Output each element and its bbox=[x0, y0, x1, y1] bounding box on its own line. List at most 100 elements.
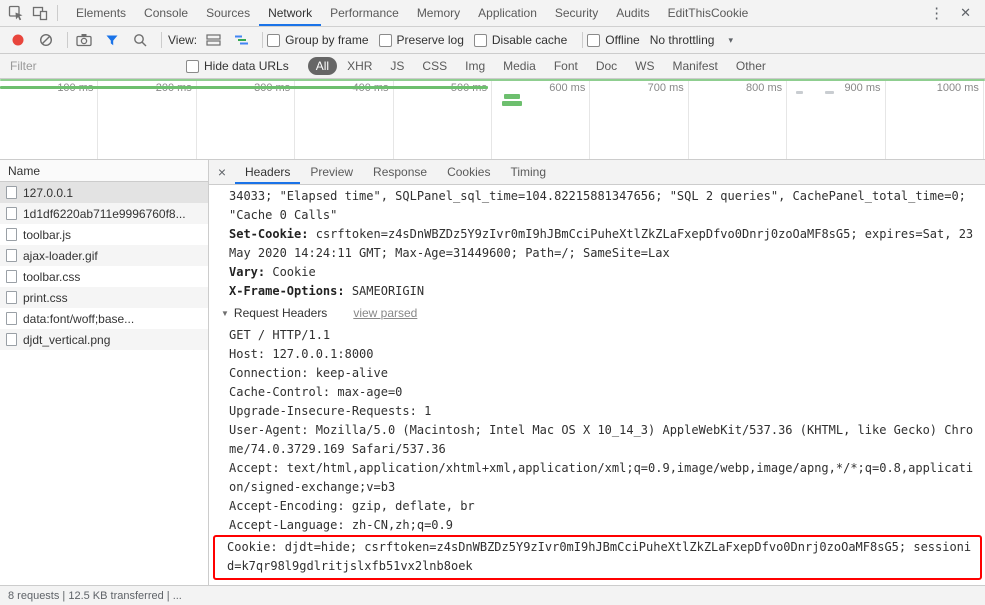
header-value: SAMEORIGIN bbox=[351, 284, 425, 298]
view-parsed-link[interactable]: view parsed bbox=[353, 306, 417, 320]
detail-tabbar: × Headers Preview Response Cookies Timing bbox=[209, 160, 985, 185]
clear-button[interactable] bbox=[34, 29, 58, 51]
raw-request-header-line: Upgrade-Insecure-Requests: 1 bbox=[229, 404, 432, 418]
tab-audits[interactable]: Audits bbox=[607, 0, 658, 26]
filter-pill-css[interactable]: CSS bbox=[414, 57, 455, 75]
close-detail-button[interactable]: × bbox=[209, 160, 235, 184]
more-options-button[interactable]: ⋮ bbox=[921, 4, 952, 22]
raw-request-header-line: Accept-Language: zh-CN,zh;q=0.9 bbox=[229, 518, 453, 532]
tab-memory[interactable]: Memory bbox=[408, 0, 469, 26]
tab-security[interactable]: Security bbox=[546, 0, 607, 26]
checkbox-label: Preserve log bbox=[396, 33, 464, 47]
device-toolbar-button[interactable] bbox=[28, 2, 52, 24]
filter-pill-img[interactable]: Img bbox=[457, 57, 493, 75]
filter-input[interactable] bbox=[8, 58, 172, 74]
raw-request-header-line: Connection: keep-alive bbox=[229, 366, 388, 380]
tabbar-lead-icons bbox=[0, 2, 67, 24]
capture-screenshots-button[interactable] bbox=[72, 29, 96, 51]
triangle-down-icon: ▼ bbox=[221, 308, 229, 318]
detail-tab-cookies[interactable]: Cookies bbox=[437, 160, 500, 184]
request-name: toolbar.js bbox=[23, 227, 72, 242]
overview-icon bbox=[234, 35, 248, 45]
search-button[interactable] bbox=[128, 29, 152, 51]
request-row[interactable]: toolbar.js bbox=[0, 224, 208, 245]
filter-toggle-button[interactable] bbox=[100, 29, 124, 51]
filter-pill-doc[interactable]: Doc bbox=[588, 57, 625, 75]
filter-pill-xhr[interactable]: XHR bbox=[339, 57, 380, 75]
detail-tabs: Headers Preview Response Cookies Timing bbox=[235, 160, 556, 184]
throttling-select[interactable]: No throttling ▾ bbox=[650, 33, 733, 47]
devtools-tabs: Elements Console Sources Network Performance… bbox=[67, 0, 757, 26]
header-name: Vary: bbox=[229, 265, 266, 279]
overview-activity-bar bbox=[825, 91, 834, 94]
large-rows-icon bbox=[206, 34, 221, 46]
hide-data-urls-checkbox[interactable]: Hide data URLs bbox=[186, 59, 289, 73]
request-name: djdt_vertical.png bbox=[23, 332, 111, 347]
device-toolbar-icon bbox=[32, 6, 48, 21]
preserve-log-checkbox[interactable]: Preserve log bbox=[378, 33, 464, 47]
search-icon bbox=[134, 34, 147, 47]
detail-tab-preview[interactable]: Preview bbox=[300, 160, 363, 184]
overview-activity-bar bbox=[0, 86, 488, 89]
tab-sources[interactable]: Sources bbox=[197, 0, 259, 26]
request-headers-section-header[interactable]: ▼ Request Headers view parsed bbox=[221, 306, 975, 320]
raw-request-headers: GET / HTTP/1.1 Host: 127.0.0.1:8000 Connec… bbox=[229, 326, 975, 535]
checkbox-icon bbox=[473, 33, 487, 47]
request-name: 1d1df6220ab711e9996760f8... bbox=[23, 206, 186, 221]
filter-pill-font[interactable]: Font bbox=[546, 57, 586, 75]
tab-editthiscookie[interactable]: EditThisCookie bbox=[659, 0, 758, 26]
view-label: View: bbox=[168, 33, 198, 47]
header-value: csrftoken=z4sDnWBZDz5Y9zIvr0mI9hJBmCciPu… bbox=[229, 227, 974, 260]
response-headers-list: Set-Cookie: csrftoken=z4sDnWBZDz5Y9zIvr0… bbox=[229, 225, 975, 301]
offline-checkbox[interactable]: Offline bbox=[587, 33, 640, 47]
request-name: toolbar.css bbox=[23, 269, 81, 284]
chevron-down-icon: ▾ bbox=[728, 34, 733, 45]
show-overview-button[interactable] bbox=[229, 29, 253, 51]
record-button[interactable] bbox=[6, 29, 30, 51]
request-row[interactable]: toolbar.css bbox=[0, 266, 208, 287]
request-name: data:font/woff;base... bbox=[23, 311, 135, 326]
raw-request-header-line: Host: 127.0.0.1:8000 bbox=[229, 347, 374, 361]
checkbox-label: Group by frame bbox=[285, 33, 369, 47]
network-toolbar: View: Group by frame Preserve log Disabl… bbox=[0, 27, 985, 54]
request-row[interactable]: ajax-loader.gif bbox=[0, 245, 208, 266]
inspect-element-button[interactable] bbox=[4, 2, 28, 24]
checkbox-label: Disable cache bbox=[491, 33, 568, 47]
checkbox-icon bbox=[587, 33, 601, 47]
disable-cache-checkbox[interactable]: Disable cache bbox=[473, 33, 568, 47]
network-main: Name 127.0.0.1 1d1df6220ab711e9996760f8..… bbox=[0, 160, 985, 585]
group-by-frame-checkbox[interactable]: Group by frame bbox=[267, 33, 369, 47]
filter-pill-other[interactable]: Other bbox=[728, 57, 774, 75]
filter-pill-media[interactable]: Media bbox=[495, 57, 544, 75]
request-row[interactable]: print.css bbox=[0, 287, 208, 308]
tab-network[interactable]: Network bbox=[259, 0, 321, 26]
overview-activity-bar bbox=[796, 91, 803, 94]
file-icon bbox=[6, 249, 17, 262]
use-large-rows-button[interactable] bbox=[201, 29, 225, 51]
detail-tab-timing[interactable]: Timing bbox=[500, 160, 556, 184]
raw-request-header-line: Accept-Encoding: gzip, deflate, br bbox=[229, 499, 475, 513]
detail-tab-headers[interactable]: Headers bbox=[235, 160, 300, 184]
tabbar-right: ⋮ ✕ bbox=[921, 4, 985, 22]
close-devtools-button[interactable]: ✕ bbox=[952, 5, 979, 21]
timeline-overview[interactable]: 100 ms200 ms300 ms400 ms500 ms600 ms700 … bbox=[0, 79, 985, 160]
request-row[interactable]: djdt_vertical.png bbox=[0, 329, 208, 350]
file-icon bbox=[6, 186, 17, 199]
tab-console[interactable]: Console bbox=[135, 0, 197, 26]
request-row[interactable]: 127.0.0.1 bbox=[0, 182, 208, 203]
detail-tab-response[interactable]: Response bbox=[363, 160, 437, 184]
divider bbox=[57, 5, 58, 21]
raw-request-header-line: Cache-Control: max-age=0 bbox=[229, 385, 403, 399]
tab-elements[interactable]: Elements bbox=[67, 0, 135, 26]
name-column-header[interactable]: Name bbox=[0, 160, 208, 182]
divider bbox=[67, 32, 68, 48]
tab-performance[interactable]: Performance bbox=[321, 0, 408, 26]
filter-pill-manifest[interactable]: Manifest bbox=[665, 57, 726, 75]
inspect-cursor-icon bbox=[8, 5, 23, 21]
filter-pill-ws[interactable]: WS bbox=[627, 57, 662, 75]
filter-pill-js[interactable]: JS bbox=[382, 57, 412, 75]
request-row[interactable]: data:font/woff;base... bbox=[0, 308, 208, 329]
tab-application[interactable]: Application bbox=[469, 0, 546, 26]
request-row[interactable]: 1d1df6220ab711e9996760f8... bbox=[0, 203, 208, 224]
filter-pill-all[interactable]: All bbox=[307, 57, 338, 75]
